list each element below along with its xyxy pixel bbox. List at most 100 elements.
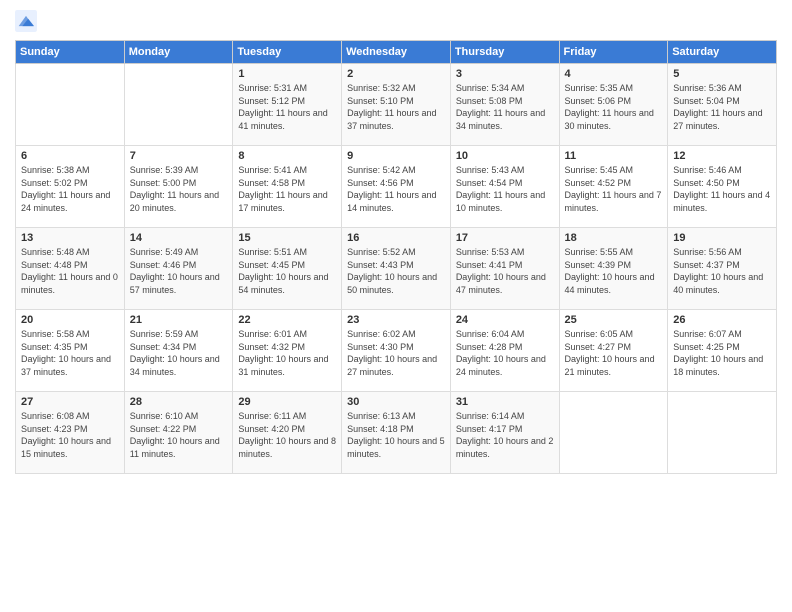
day-number: 12 [673,150,771,162]
day-number: 18 [565,232,663,244]
day-info: Sunrise: 5:36 AM Sunset: 5:04 PM Dayligh… [673,83,762,131]
day-cell: 15 Sunrise: 5:51 AM Sunset: 4:45 PM Dayli… [233,228,342,310]
week-row-1: 1Sunrise: 5:31 AM Sunset: 5:12 PM Daylig… [16,64,777,146]
day-cell [124,64,233,146]
day-info: Sunrise: 5:32 AM Sunset: 5:10 PM Dayligh… [347,83,436,131]
day-cell: 8Sunrise: 5:41 AM Sunset: 4:58 PM Daylig… [233,146,342,228]
day-cell: 20 Sunrise: 5:58 AM Sunset: 4:35 PM Dayli… [16,310,125,392]
day-cell: 4 Sunrise: 5:35 AM Sunset: 5:06 PM Daylig… [559,64,668,146]
day-info: Sunrise: 5:59 AM Sunset: 4:34 PM Dayligh… [130,329,220,377]
weekday-header-sunday: Sunday [16,41,125,64]
day-number: 15 [238,232,336,244]
day-cell [668,392,777,474]
day-cell: 9Sunrise: 5:42 AM Sunset: 4:56 PM Daylig… [342,146,451,228]
day-cell: 30Sunrise: 6:13 AM Sunset: 4:18 PM Dayli… [342,392,451,474]
day-info: Sunrise: 5:56 AM Sunset: 4:37 PM Dayligh… [673,247,763,295]
day-number: 16 [347,232,445,244]
day-info: Sunrise: 5:45 AM Sunset: 4:52 PM Dayligh… [565,165,662,213]
day-info: Sunrise: 5:46 AM Sunset: 4:50 PM Dayligh… [673,165,770,213]
day-info: Sunrise: 6:05 AM Sunset: 4:27 PM Dayligh… [565,329,655,377]
day-number: 6 [21,150,119,162]
calendar-body: 1Sunrise: 5:31 AM Sunset: 5:12 PM Daylig… [16,64,777,474]
day-info: Sunrise: 6:02 AM Sunset: 4:30 PM Dayligh… [347,329,437,377]
day-cell: 17 Sunrise: 5:53 AM Sunset: 4:41 PM Dayli… [450,228,559,310]
day-cell: 22 Sunrise: 6:01 AM Sunset: 4:32 PM Dayli… [233,310,342,392]
day-cell: 28 Sunrise: 6:10 AM Sunset: 4:22 PM Dayli… [124,392,233,474]
day-info: Sunrise: 5:52 AM Sunset: 4:43 PM Dayligh… [347,247,437,295]
day-info: Sunrise: 6:07 AM Sunset: 4:25 PM Dayligh… [673,329,763,377]
day-number: 28 [130,396,228,408]
day-cell: 10 Sunrise: 5:43 AM Sunset: 4:54 PM Dayli… [450,146,559,228]
day-cell: 5 Sunrise: 5:36 AM Sunset: 5:04 PM Daylig… [668,64,777,146]
day-number: 31 [456,396,554,408]
day-number: 7 [130,150,228,162]
day-number: 26 [673,314,771,326]
page: SundayMondayTuesdayWednesdayThursdayFrid… [0,0,792,612]
weekday-header-thursday: Thursday [450,41,559,64]
day-cell: 12 Sunrise: 5:46 AM Sunset: 4:50 PM Dayli… [668,146,777,228]
day-number: 21 [130,314,228,326]
day-number: 10 [456,150,554,162]
calendar-table: SundayMondayTuesdayWednesdayThursdayFrid… [15,40,777,474]
day-info: Sunrise: 5:53 AM Sunset: 4:41 PM Dayligh… [456,247,546,295]
weekday-header-wednesday: Wednesday [342,41,451,64]
day-info: Sunrise: 6:14 AM Sunset: 4:17 PM Dayligh… [456,411,554,459]
day-number: 5 [673,68,771,80]
weekday-header-tuesday: Tuesday [233,41,342,64]
day-info: Sunrise: 5:49 AM Sunset: 4:46 PM Dayligh… [130,247,220,295]
day-info: Sunrise: 5:34 AM Sunset: 5:08 PM Dayligh… [456,83,545,131]
day-cell [16,64,125,146]
week-row-5: 27Sunrise: 6:08 AM Sunset: 4:23 PM Dayli… [16,392,777,474]
day-info: Sunrise: 6:04 AM Sunset: 4:28 PM Dayligh… [456,329,546,377]
day-cell [559,392,668,474]
day-cell: 21 Sunrise: 5:59 AM Sunset: 4:34 PM Dayli… [124,310,233,392]
day-info: Sunrise: 6:01 AM Sunset: 4:32 PM Dayligh… [238,329,328,377]
day-number: 14 [130,232,228,244]
day-cell: 2 Sunrise: 5:32 AM Sunset: 5:10 PM Daylig… [342,64,451,146]
day-info: Sunrise: 5:48 AM Sunset: 4:48 PM Dayligh… [21,247,118,295]
day-number: 27 [21,396,119,408]
week-row-4: 20 Sunrise: 5:58 AM Sunset: 4:35 PM Dayli… [16,310,777,392]
header [15,10,777,32]
day-number: 30 [347,396,445,408]
day-number: 20 [21,314,119,326]
day-info: Sunrise: 6:11 AM Sunset: 4:20 PM Dayligh… [238,411,336,459]
day-number: 13 [21,232,119,244]
day-number: 23 [347,314,445,326]
logo [15,10,41,32]
day-cell: 26 Sunrise: 6:07 AM Sunset: 4:25 PM Dayli… [668,310,777,392]
weekday-row: SundayMondayTuesdayWednesdayThursdayFrid… [16,41,777,64]
day-cell: 27Sunrise: 6:08 AM Sunset: 4:23 PM Dayli… [16,392,125,474]
day-number: 4 [565,68,663,80]
day-number: 17 [456,232,554,244]
week-row-2: 6 Sunrise: 5:38 AM Sunset: 5:02 PM Daylig… [16,146,777,228]
day-number: 3 [456,68,554,80]
day-number: 2 [347,68,445,80]
day-info: Sunrise: 6:10 AM Sunset: 4:22 PM Dayligh… [130,411,220,459]
day-number: 19 [673,232,771,244]
day-cell: 29 Sunrise: 6:11 AM Sunset: 4:20 PM Dayli… [233,392,342,474]
day-info: Sunrise: 5:31 AM Sunset: 5:12 PM Dayligh… [238,83,327,131]
day-cell: 16 Sunrise: 5:52 AM Sunset: 4:43 PM Dayli… [342,228,451,310]
day-number: 29 [238,396,336,408]
logo-icon [15,10,37,32]
day-number: 11 [565,150,663,162]
day-info: Sunrise: 5:51 AM Sunset: 4:45 PM Dayligh… [238,247,328,295]
day-number: 24 [456,314,554,326]
day-cell: 14 Sunrise: 5:49 AM Sunset: 4:46 PM Dayli… [124,228,233,310]
day-cell: 7Sunrise: 5:39 AM Sunset: 5:00 PM Daylig… [124,146,233,228]
day-info: Sunrise: 5:38 AM Sunset: 5:02 PM Dayligh… [21,165,110,213]
day-cell: 6 Sunrise: 5:38 AM Sunset: 5:02 PM Daylig… [16,146,125,228]
day-info: Sunrise: 5:58 AM Sunset: 4:35 PM Dayligh… [21,329,111,377]
day-cell: 18Sunrise: 5:55 AM Sunset: 4:39 PM Dayli… [559,228,668,310]
day-info: Sunrise: 5:42 AM Sunset: 4:56 PM Dayligh… [347,165,436,213]
day-info: Sunrise: 5:35 AM Sunset: 5:06 PM Dayligh… [565,83,654,131]
day-cell: 3 Sunrise: 5:34 AM Sunset: 5:08 PM Daylig… [450,64,559,146]
weekday-header-friday: Friday [559,41,668,64]
day-cell: 19 Sunrise: 5:56 AM Sunset: 4:37 PM Dayli… [668,228,777,310]
day-cell: 23 Sunrise: 6:02 AM Sunset: 4:30 PM Dayli… [342,310,451,392]
day-cell: 25Sunrise: 6:05 AM Sunset: 4:27 PM Dayli… [559,310,668,392]
day-number: 22 [238,314,336,326]
day-number: 8 [238,150,336,162]
day-info: Sunrise: 5:43 AM Sunset: 4:54 PM Dayligh… [456,165,545,213]
